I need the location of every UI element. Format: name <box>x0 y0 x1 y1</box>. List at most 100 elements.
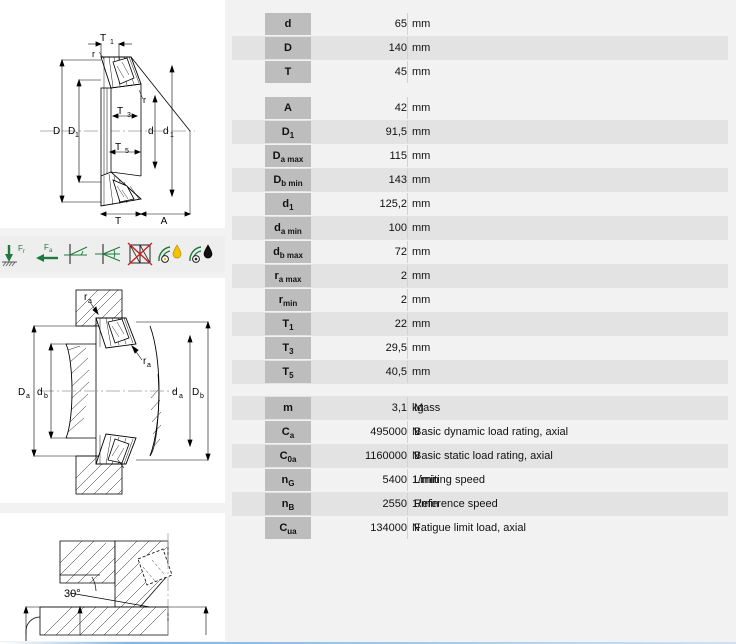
value-cell: 45 <box>394 66 407 78</box>
svg-text:d: d <box>148 126 154 137</box>
description-cell: Basic static load rating, axial <box>414 450 553 462</box>
symbol-cell: ra max <box>265 265 311 287</box>
table-row: d 1 125,2 mm <box>232 192 728 216</box>
svg-text:r: r <box>23 249 25 255</box>
value-cell: 29,5 <box>385 342 407 354</box>
symbol-cell: d <box>265 13 311 35</box>
value-cell: 2 <box>400 294 407 306</box>
symbol-cell: C 0a <box>265 445 311 467</box>
value-cell: 143 <box>388 174 407 186</box>
svg-text:d: d <box>163 126 169 137</box>
svg-text:D: D <box>53 126 60 137</box>
table-row: db max 72 mm <box>232 240 728 264</box>
specification-table: d 65 mm D 140 mm T 45 mm A 42 mm D 1 91,5 mm Da max 115 mm… <box>232 0 736 644</box>
table-row: Cua 134000 N Fatigue limit load, axial <box>232 516 728 540</box>
svg-text:1: 1 <box>170 132 174 139</box>
value-cell: 1160000 <box>364 450 407 462</box>
unit-cell: mm <box>412 102 431 114</box>
table-section-principal-dimensions: d 65 mm D 140 mm T 45 mm <box>232 12 736 84</box>
symbol-cell: T3 <box>265 337 311 359</box>
column-divider <box>407 193 408 215</box>
symbol-cell: db max <box>265 241 311 263</box>
table-row: A 42 mm <box>232 96 728 120</box>
unit-cell: mm <box>412 198 431 210</box>
misalignment-icon <box>93 239 124 269</box>
unit-cell: mm <box>412 126 431 138</box>
drawings-column: T 1 r r D D 1 T 3 T 5 d d 1 T A F r F a … <box>0 0 232 644</box>
value-cell: 40,5 <box>385 366 407 378</box>
table-row: m 3,1 kg Mass <box>232 396 728 420</box>
unit-cell: mm <box>412 150 431 162</box>
value-cell: 495000 <box>370 426 407 438</box>
value-cell: 5400 <box>382 474 407 486</box>
unit-cell: mm <box>412 366 431 378</box>
svg-text:a: a <box>88 298 92 305</box>
svg-text:T: T <box>117 106 123 117</box>
non-separable-icon <box>124 239 155 269</box>
unit-cell: mm <box>412 342 431 354</box>
unit-cell: mm <box>412 174 431 186</box>
value-cell: 42 <box>394 102 407 114</box>
table-row: n G 5400 1/min Limiting speed <box>232 468 728 492</box>
symbol-cell: r min <box>265 289 311 311</box>
table-row: Ca 495000 N Basic dynamic load rating, axia… <box>232 420 728 444</box>
contact-angle-label: 30° <box>64 588 81 600</box>
value-cell: 2550 <box>382 498 407 510</box>
column-divider <box>407 169 408 191</box>
angular-adjustable-icon <box>62 239 93 269</box>
column-divider <box>407 13 408 35</box>
symbol-cell: da min <box>265 217 311 239</box>
grease-lubrication-icon <box>155 239 186 269</box>
symbol-cell: d1 <box>265 193 311 215</box>
unit-cell: mm <box>412 222 431 234</box>
value-cell: 134000 <box>370 522 407 534</box>
mounting-svg: ra ra Da db da Db <box>18 289 211 495</box>
table-row: Db min 143 mm <box>232 168 728 192</box>
symbol-cell: D <box>265 37 311 59</box>
column-divider <box>407 61 408 83</box>
table-row: T 45 mm <box>232 60 728 84</box>
cross-section-svg: T 1 r r D D 1 T 3 T 5 d d 1 T A <box>40 33 195 227</box>
description-cell: Basic dynamic load rating, axial <box>414 426 569 438</box>
column-divider <box>407 397 408 419</box>
column-divider <box>407 517 408 539</box>
svg-text:T: T <box>100 33 106 44</box>
unit-cell: mm <box>412 246 431 258</box>
value-cell: 65 <box>394 18 407 30</box>
svg-text:D: D <box>18 387 25 398</box>
contact-angle-drawing: 30° <box>0 513 225 641</box>
description-cell: Mass <box>414 402 441 414</box>
value-cell: 91,5 <box>385 126 407 138</box>
column-divider <box>407 121 408 143</box>
symbol-cell: D1 <box>265 121 311 143</box>
column-divider <box>407 265 408 287</box>
column-divider <box>407 313 408 335</box>
value-cell: 140 <box>388 42 407 54</box>
value-cell: 3,1 <box>391 402 407 414</box>
angle-svg: 30° <box>23 533 209 641</box>
table-section-geometry-dimensions: A 42 mm D 1 91,5 mm Da max 115 mm Db min 143 mm d 1 125… <box>232 96 736 384</box>
table-row: n B 2550 1/min Reference speed <box>232 492 728 516</box>
svg-text:a: a <box>49 248 53 254</box>
unit-cell: mm <box>412 294 431 306</box>
column-divider <box>407 37 408 59</box>
svg-text:1: 1 <box>110 39 114 46</box>
symbol-cell: Db min <box>265 169 311 191</box>
symbol-cell: m <box>265 397 311 419</box>
unit-cell: mm <box>412 18 431 30</box>
column-divider <box>407 289 408 311</box>
description-cell: Limiting speed <box>414 474 485 486</box>
symbol-cell: Ca <box>265 421 311 443</box>
table-row: D 1 91,5 mm <box>232 120 728 144</box>
table-section-performance-data: m 3,1 kg Mass Ca 495000 N Basic dynamic load ra… <box>232 396 736 540</box>
unit-cell: mm <box>412 270 431 282</box>
table-row: d 65 mm <box>232 12 728 36</box>
table-row: T 3 29,5 mm <box>232 336 728 360</box>
radial-load-icon: F r <box>0 239 31 269</box>
oil-lubrication-icon <box>186 239 217 269</box>
description-cell: Reference speed <box>414 498 498 510</box>
table-row: da min 100 mm <box>232 216 728 240</box>
description-cell: Fatigue limit load, axial <box>414 522 526 534</box>
svg-text:a: a <box>26 393 30 400</box>
svg-text:r: r <box>143 95 146 105</box>
